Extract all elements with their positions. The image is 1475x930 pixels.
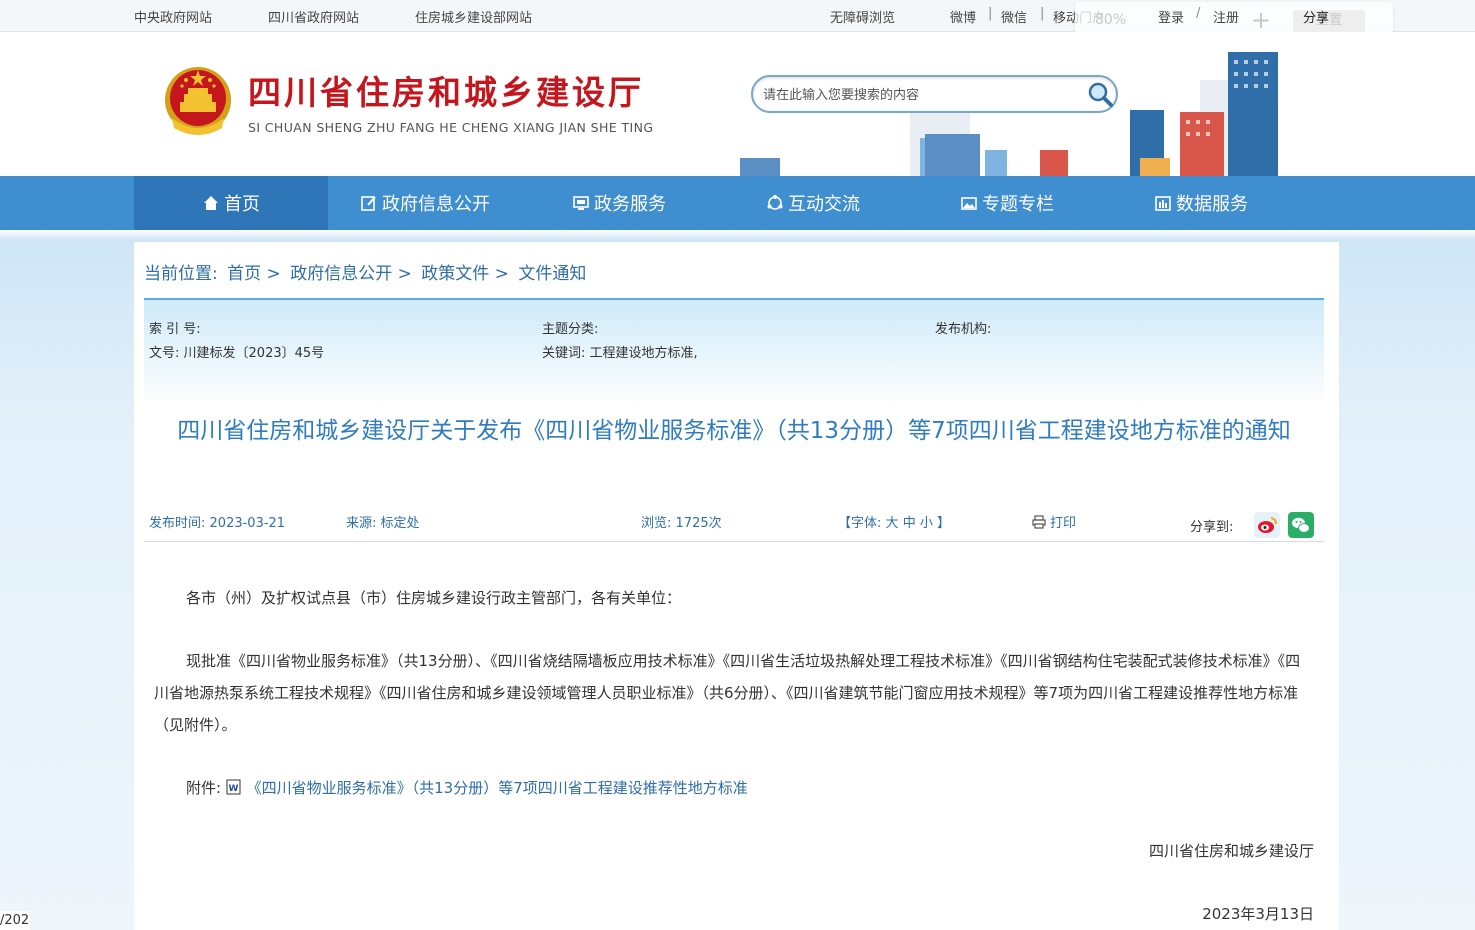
- article-card: 当前位置: 首页 > 政府信息公开 > 政策文件 > 文件通知 索 引 号: 主…: [134, 242, 1339, 930]
- article-body: 各市（州）及扩权试点县（市）住房城乡建设行政主管部门，各有关单位： 现批准《四川…: [154, 582, 1314, 930]
- search-icon[interactable]: [1085, 80, 1115, 110]
- view-count-value: 1725次: [675, 516, 722, 531]
- home-icon: [204, 196, 218, 210]
- nav-item-gov-services[interactable]: 政务服务: [522, 176, 716, 230]
- sichuan-gov-link[interactable]: 四川省政府网站: [268, 7, 359, 26]
- font-size-label: 【字体:: [838, 516, 882, 531]
- font-size-close: 】: [937, 516, 951, 531]
- nav-item-label: 互动交流: [788, 194, 860, 215]
- breadcrumb-home[interactable]: 首页: [227, 264, 261, 284]
- search-box: [751, 75, 1118, 113]
- breadcrumb: 当前位置: 首页 > 政府信息公开 > 政策文件 > 文件通知: [144, 259, 586, 284]
- view-count-label: 浏览:: [641, 516, 672, 531]
- source-label: 来源:: [346, 516, 377, 531]
- keywords-label: 关键词:: [542, 346, 586, 361]
- edit-icon: [361, 196, 376, 211]
- issuing-org-label: 发布机构:: [935, 322, 992, 337]
- weibo-link[interactable]: 微博: [950, 7, 976, 26]
- login-link[interactable]: 登录: [1158, 7, 1184, 26]
- index-number-label: 索 引 号:: [149, 322, 201, 337]
- breadcrumb-sep: >: [397, 264, 412, 284]
- keywords-value: 工程建设地方标准,: [589, 346, 698, 361]
- zoom-in-button[interactable]: +: [1251, 6, 1271, 34]
- national-emblem-icon: [165, 67, 231, 135]
- word-doc-icon: W: [226, 779, 241, 795]
- nav-item-gov-info[interactable]: 政府信息公开: [328, 176, 522, 230]
- nav-item-label: 首页: [224, 194, 260, 215]
- font-medium-button[interactable]: 中: [903, 516, 916, 531]
- nav-item-label: 专题专栏: [982, 194, 1054, 215]
- svg-text:W: W: [228, 784, 238, 794]
- article-info-bar: 发布时间: 2023-03-21 来源: 标定处 浏览: 1725次 【字体: …: [144, 512, 1324, 542]
- topic-category: 主题分类:: [542, 318, 598, 337]
- divider: |: [1040, 6, 1045, 21]
- breadcrumb-sep: >: [494, 264, 509, 284]
- view-count: 浏览: 1725次: [641, 512, 722, 531]
- breadcrumb-notices[interactable]: 文件通知: [518, 264, 586, 284]
- register-link[interactable]: 注册: [1213, 7, 1239, 26]
- interaction-icon: [767, 195, 783, 210]
- font-large-button[interactable]: 大: [886, 516, 899, 531]
- body-paragraph: 现批准《四川省物业服务标准》（共13分册）、《四川省烧结隔墙板应用技术标准》《四…: [154, 652, 1301, 734]
- search-input[interactable]: [763, 85, 1063, 105]
- accessibility-link[interactable]: 无障碍浏览: [830, 7, 895, 26]
- site-header: 四川省住房和城乡建设厅 SI CHUAN SHENG ZHU FANG HE C…: [0, 32, 1475, 176]
- main-nav: 首页 政府信息公开 政务服务 互动交流 专题专栏 数据服务: [0, 176, 1475, 230]
- site-title: 四川省住房和城乡建设厅: [248, 73, 644, 112]
- nav-item-interaction[interactable]: 互动交流: [716, 176, 910, 230]
- top-utility-bar: 中央政府网站 四川省政府网站 住房城乡建设部网站 无障碍浏览 微博 | 微信 |…: [0, 0, 1475, 46]
- nav-item-home[interactable]: 首页: [134, 176, 328, 230]
- weibo-share-icon[interactable]: [1254, 512, 1280, 538]
- font-small-button[interactable]: 小: [920, 516, 933, 531]
- document-number-label: 文号:: [149, 346, 180, 361]
- divider: |: [988, 6, 993, 21]
- topic-category-label: 主题分类:: [542, 322, 599, 337]
- document-number-value: 川建标发〔2023〕45号: [183, 346, 325, 361]
- publish-time-label: 发布时间:: [149, 516, 206, 531]
- breadcrumb-label: 当前位置:: [144, 264, 218, 284]
- nav-item-data-services[interactable]: 数据服务: [1104, 176, 1298, 230]
- print-button[interactable]: 打印: [1032, 512, 1076, 531]
- share-to-label: 分享到:: [1190, 520, 1234, 535]
- keywords: 关键词: 工程建设地方标准,: [542, 342, 698, 361]
- document-number: 文号: 川建标发〔2023〕45号: [149, 342, 324, 361]
- attachment-link[interactable]: 《四川省物业服务标准》（共13分册）等7项四川省工程建设推荐性地方标准: [247, 779, 748, 797]
- publish-time: 发布时间: 2023-03-21: [149, 512, 285, 531]
- breadcrumb-policy-docs[interactable]: 政策文件: [421, 264, 489, 284]
- site-subtitle: SI CHUAN SHENG ZHU FANG HE CHENG XIANG J…: [248, 120, 654, 135]
- share-link[interactable]: 分享: [1303, 7, 1329, 26]
- nav-item-label: 政务服务: [594, 194, 666, 215]
- signature-date: 2023年3月13日: [1202, 905, 1314, 923]
- publish-time-value: 2023-03-21: [209, 516, 286, 531]
- source-value: 标定处: [380, 516, 420, 531]
- nav-item-label: 政府信息公开: [382, 194, 490, 215]
- article-source: 来源: 标定处: [346, 512, 420, 531]
- divider: /: [1196, 6, 1201, 21]
- chart-icon: [1155, 196, 1171, 211]
- signature: 四川省住房和城乡建设厅: [1148, 842, 1314, 860]
- attachment-label: 附件:: [186, 779, 222, 797]
- article-title: 四川省住房和城乡建设厅关于发布《四川省物业服务标准》（共13分册）等7项四川省工…: [177, 418, 1291, 444]
- breadcrumb-gov-info[interactable]: 政府信息公开: [290, 264, 392, 284]
- nav-item-label: 数据服务: [1176, 194, 1248, 215]
- print-label: 打印: [1050, 516, 1077, 531]
- wechat-share-icon[interactable]: [1288, 512, 1314, 538]
- image-icon: [961, 197, 977, 210]
- mohurd-link[interactable]: 住房城乡建设部网站: [415, 7, 532, 26]
- zoom-percent: 80%: [1095, 12, 1127, 28]
- attachment-line: 附件: W 《四川省物业服务标准》（共13分册）等7项四川省工程建设推荐性地方标…: [154, 772, 1314, 804]
- nav-item-special-topics[interactable]: 专题专栏: [910, 176, 1104, 230]
- breadcrumb-sep: >: [266, 264, 281, 284]
- wechat-link[interactable]: 微信: [1001, 7, 1027, 26]
- salutation: 各市（州）及扩权试点县（市）住房城乡建设行政主管部门，各有关单位：: [186, 589, 682, 607]
- central-gov-link[interactable]: 中央政府网站: [134, 7, 212, 26]
- issuing-org: 发布机构:: [935, 318, 991, 337]
- monitor-icon: [573, 196, 589, 210]
- document-metadata: 索 引 号: 主题分类: 发布机构: 文号: 川建标发〔2023〕45号 关键词…: [144, 298, 1324, 406]
- index-number: 索 引 号:: [149, 318, 201, 337]
- printer-icon: [1032, 514, 1046, 529]
- page-status-fragment: /202: [0, 911, 30, 930]
- font-size-control: 【字体: 大 中 小 】: [838, 512, 950, 531]
